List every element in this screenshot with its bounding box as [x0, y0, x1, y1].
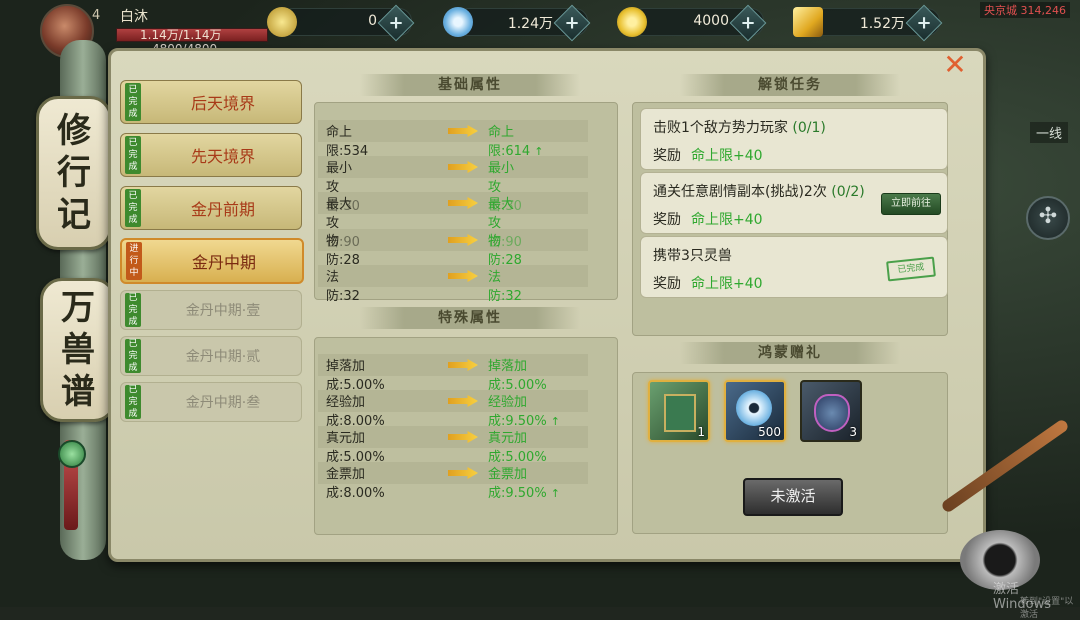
player-hp-text: 1.14万/1.14万 [140, 28, 222, 42]
jade-pendant-icon [58, 440, 86, 468]
player-level: 4 [92, 8, 101, 23]
treasure-pouch-icon [814, 394, 850, 432]
gift-slot[interactable]: 500 [724, 380, 786, 442]
task-item: 携带3只灵兽 奖励 命上限+40 已完成 [640, 236, 948, 298]
channel-line-label[interactable]: 一线 [1030, 122, 1069, 143]
task-item: 通关任意剧情副本(挑战)2次 (0/2) 奖励 命上限+40 立即前往 [640, 172, 948, 234]
attr-next: 真元加成:5.00% [488, 431, 547, 465]
special-attributes-header: 特殊属性 [360, 307, 580, 329]
stage-item[interactable]: 已完成 先天境界 [120, 133, 302, 177]
resource-value: 4000 [693, 13, 729, 29]
stage-status-badge: 已完成 [125, 339, 141, 373]
substage-item[interactable]: 已完成 金丹中期·壹 [120, 290, 302, 330]
player-name: 白沐 [120, 9, 148, 25]
silver-coin-icon [736, 390, 772, 426]
attr-next: 金票加成:9.50% ↑ [488, 467, 560, 501]
stage-label: 金丹中期 [191, 253, 256, 272]
attr-next: 物防:28 [488, 234, 522, 268]
gold-ingot-icon [793, 7, 823, 37]
stage-label: 后天境界 [190, 94, 255, 113]
up-arrow-icon: ↑ [550, 487, 560, 500]
tab-cultivation-record[interactable]: 修 行 记 [36, 96, 112, 250]
resource-value: 1.24万 [507, 16, 553, 32]
task-item: 击败1个敌方势力玩家 (0/1) 奖励 命上限+40 [640, 108, 948, 170]
attr-current: 经验加成:8.00% [326, 395, 385, 429]
substage-item[interactable]: 已完成 金丹中期·叁 [120, 382, 302, 422]
close-icon[interactable]: ✕ [942, 51, 968, 79]
gold-coin-icon [617, 7, 647, 37]
stage-label: 金丹前期 [190, 200, 255, 219]
task-reward: 奖励 命上限+40 [653, 212, 763, 228]
resource-ingot: 1.52万 + [793, 4, 943, 42]
add-silver-button[interactable]: + [553, 4, 591, 42]
silver-coin-icon [443, 7, 473, 37]
resource-silver: 1.24万 + [443, 4, 591, 42]
stage-status-badge: 已完成 [125, 83, 141, 121]
stage-item-current[interactable]: 进行中 金丹中期 [120, 238, 304, 284]
skill-book-icon [664, 394, 696, 432]
attr-current: 金票加成:8.00% [326, 467, 385, 501]
windows-activation-subtext: 转到"设置"以激活 [1020, 597, 1074, 620]
stage-status-badge: 已完成 [125, 136, 141, 174]
tab-char: 修 [57, 111, 91, 151]
gift-count: 500 [758, 425, 781, 439]
substage-item[interactable]: 已完成 金丹中期·贰 [120, 336, 302, 376]
resource-gold: 4000 + [617, 4, 767, 42]
minimap-location[interactable]: 央京城 314,246 [980, 2, 1070, 18]
basic-attributes-header: 基础属性 [360, 74, 580, 96]
add-ingot-button[interactable]: + [905, 4, 943, 42]
activate-button[interactable]: 未激活 [743, 478, 843, 516]
stage-status-badge: 已完成 [125, 385, 141, 419]
add-jade-button[interactable]: + [377, 4, 415, 42]
stage-label: 先天境界 [190, 147, 255, 166]
stage-label: 金丹中期·贰 [185, 349, 261, 365]
resource-jade: 0 + [267, 4, 415, 42]
stage-status-badge: 进行中 [126, 242, 142, 280]
go-now-button[interactable]: 立即前往 [881, 193, 941, 215]
add-gold-button[interactable]: + [729, 4, 767, 42]
resource-value: 0 [368, 13, 377, 29]
stage-label: 金丹中期·叁 [185, 395, 261, 411]
tab-char: 记 [57, 195, 91, 235]
attr-next: 法防:32 [488, 270, 522, 304]
task-title: 击败1个敌方势力玩家 (0/1) [653, 120, 826, 136]
stage-status-badge: 已完成 [125, 189, 141, 227]
attr-current: 真元加成:5.00% [326, 431, 385, 465]
attr-current: 命上限:534 [326, 125, 369, 159]
jade-orb-icon [267, 7, 297, 37]
unlock-tasks-header: 解锁任务 [680, 74, 900, 96]
task-reward: 奖励 命上限+40 [653, 148, 763, 164]
gift-slot[interactable]: 3 [800, 380, 862, 442]
stage-label: 金丹中期·壹 [185, 303, 261, 319]
task-title: 通关任意剧情副本(挑战)2次 (0/2) [653, 184, 865, 200]
tab-beast-manual[interactable]: 万 兽 谱 [40, 278, 116, 422]
completed-stamp: 已完成 [886, 256, 936, 282]
tab-char: 谱 [61, 372, 95, 412]
stage-item[interactable]: 已完成 金丹前期 [120, 186, 302, 230]
stage-status-badge: 已完成 [125, 293, 141, 327]
gift-slot[interactable]: 1 [648, 380, 710, 442]
task-title: 携带3只灵兽 [653, 248, 732, 264]
top-resource-bar: 4 白沐 1.14万/1.14万 4800/4800 0 + 1.24万 + 4… [0, 0, 1080, 58]
attr-current: 物防:28 [326, 234, 360, 268]
attr-next: 经验加成:9.50% ↑ [488, 395, 560, 429]
attr-current: 掉落加成:5.00% [326, 359, 385, 393]
stage-item[interactable]: 已完成 后天境界 [120, 80, 302, 124]
tab-char: 兽 [61, 330, 95, 370]
resource-value: 1.52万 [859, 16, 905, 32]
gifts-header: 鸿蒙赠礼 [680, 342, 900, 364]
attr-next: 掉落加成:5.00% [488, 359, 547, 393]
expand-menu-button[interactable]: ✣ [1026, 196, 1070, 240]
tab-char: 万 [61, 288, 95, 328]
attr-next: 命上限:614 ↑ [488, 125, 544, 159]
tab-char: 行 [57, 153, 91, 193]
task-reward: 奖励 命上限+40 [653, 276, 763, 292]
attr-current: 法防:32 [326, 270, 360, 304]
gift-count: 3 [849, 425, 857, 439]
gift-count: 1 [697, 425, 705, 439]
